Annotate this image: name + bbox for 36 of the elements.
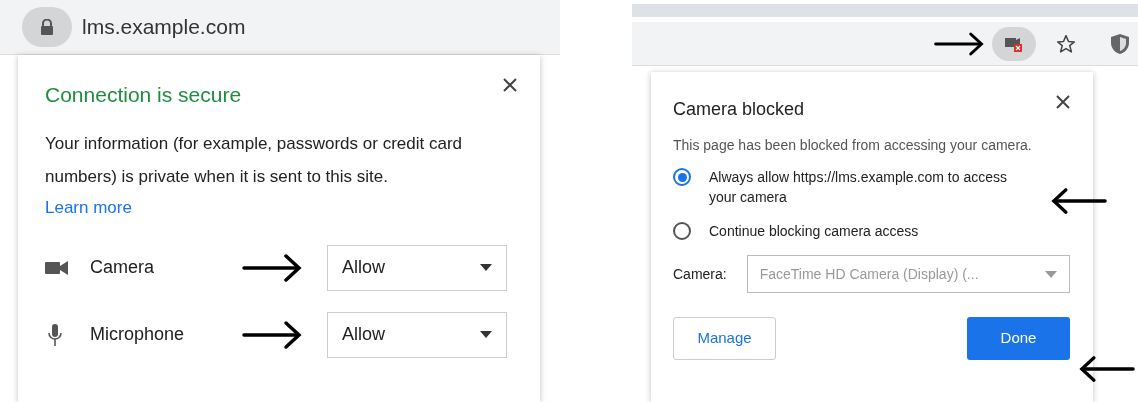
radio-button[interactable] [673, 168, 691, 186]
radio-label: Always allow https://lms.example.com to access your camera [709, 168, 1008, 207]
close-icon[interactable] [1055, 94, 1071, 110]
caret-icon [480, 264, 492, 271]
lock-icon [40, 19, 54, 35]
annotation-arrow [240, 252, 304, 283]
shield-icon[interactable] [1110, 32, 1130, 55]
caret-icon [480, 331, 492, 338]
permission-label: Camera [90, 256, 156, 279]
popup-title: Connection is secure [45, 82, 242, 108]
annotation-arrow [1078, 355, 1136, 383]
permission-dropdown[interactable]: Allow [327, 244, 507, 291]
permission-label: Microphone [90, 323, 186, 346]
site-info-button[interactable] [22, 7, 72, 47]
microphone-icon [45, 322, 65, 347]
annotation-arrow [1050, 187, 1108, 215]
radio-button[interactable] [673, 222, 691, 240]
camera-blocked-button[interactable] [992, 26, 1036, 61]
manage-button[interactable]: Manage [673, 317, 776, 360]
video-camera-icon [45, 259, 69, 276]
camera-field-label: Camera: [673, 264, 727, 284]
popup-title: Camera blocked [673, 98, 805, 121]
learn-more-link[interactable]: Learn more [45, 192, 513, 223]
permission-dropdown[interactable]: Allow [327, 311, 507, 358]
done-button[interactable]: Done [967, 317, 1070, 360]
annotation-arrow [240, 319, 304, 350]
camera-select[interactable]: FaceTime HD Camera (Display) (... [746, 255, 1070, 293]
star-icon[interactable] [1056, 33, 1076, 54]
popup-description: Your information (for example, passwords or credit card numbers) is private when it is sent to this site. [45, 132, 463, 188]
close-icon[interactable] [502, 77, 518, 93]
camera-blocked-icon [1005, 35, 1023, 52]
radio-label: Continue blocking camera access [709, 222, 920, 241]
popup-description: This page has been blocked from accessing your camera. [673, 136, 1033, 155]
annotation-arrow [934, 30, 984, 57]
url-text: lms.example.com [82, 14, 246, 41]
caret-icon [1045, 270, 1057, 278]
